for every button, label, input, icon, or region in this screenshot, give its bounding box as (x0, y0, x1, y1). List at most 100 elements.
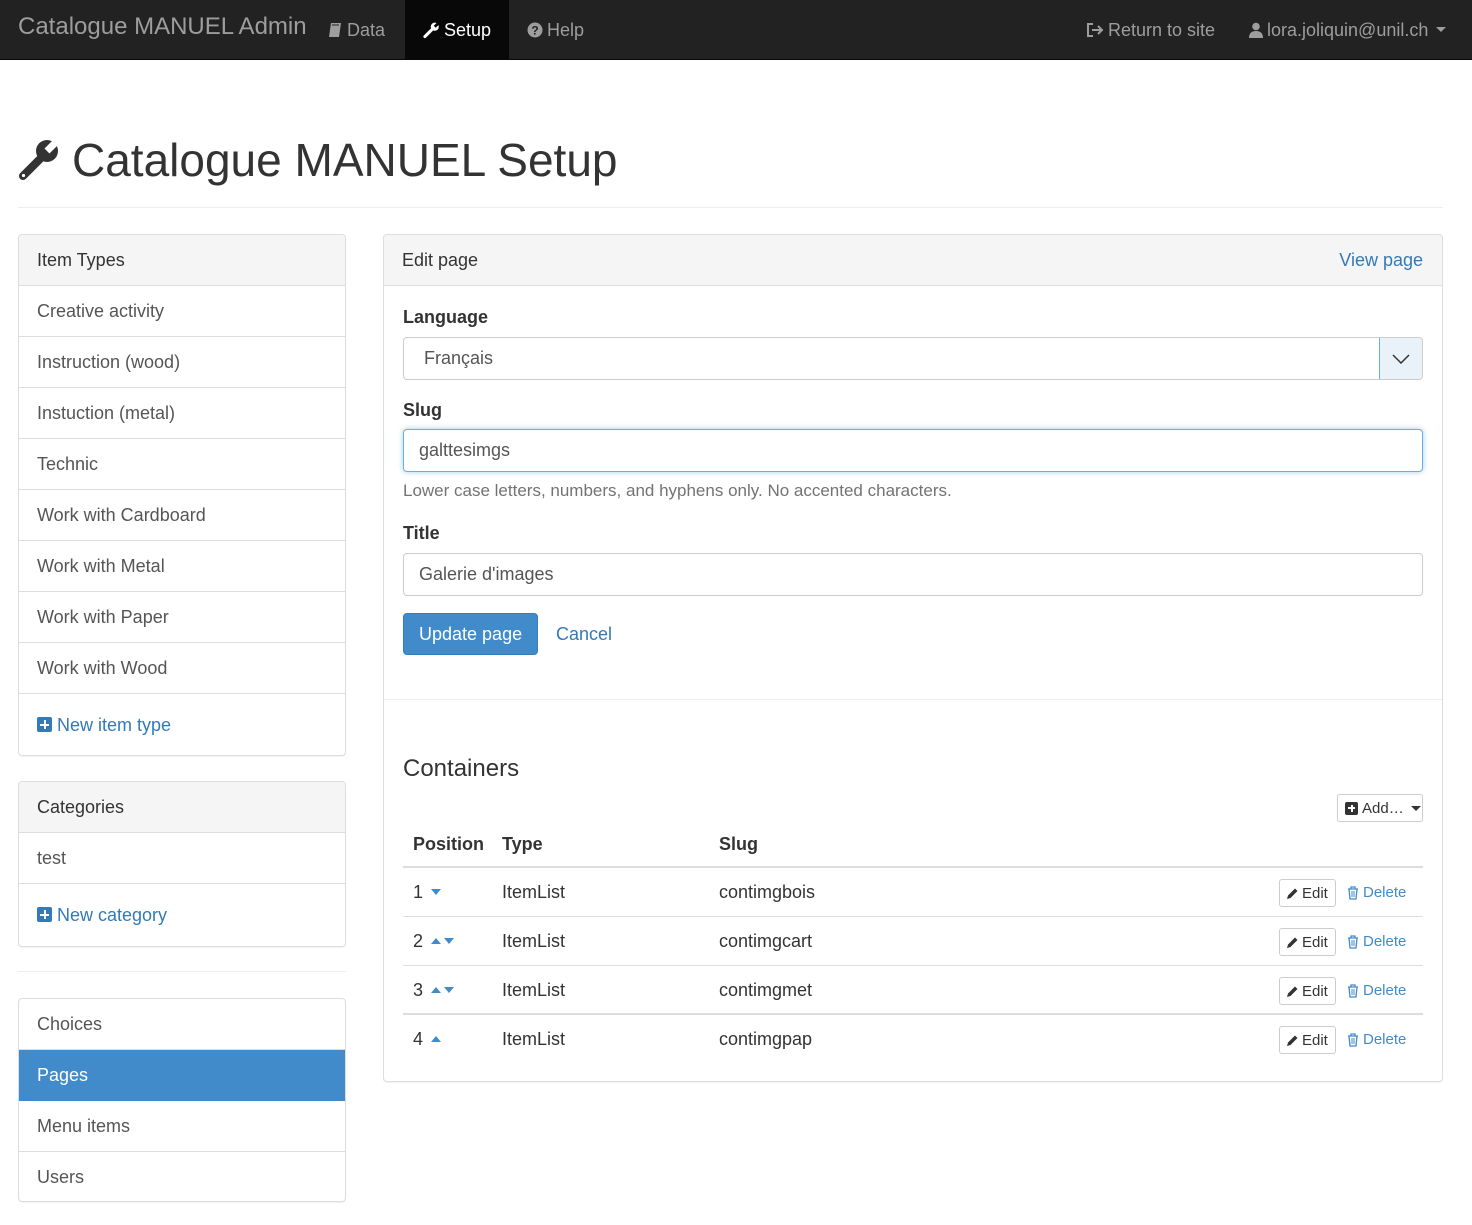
pencil-icon (1287, 937, 1298, 948)
table-header: Position Type Slug (403, 825, 1423, 868)
move-down-icon[interactable] (444, 987, 455, 993)
page-title: Catalogue MANUEL Setup (72, 134, 618, 186)
delete-label: Delete (1363, 884, 1407, 901)
title-label: Title (403, 523, 440, 543)
add-container-label: Add… (1362, 799, 1404, 817)
edit-container-button[interactable]: Edit (1279, 928, 1336, 956)
item-type-link[interactable]: Work with Cardboard (19, 490, 345, 541)
trash-icon (1348, 935, 1358, 949)
slug-help-text: Lower case letters, numbers, and hyphens… (403, 481, 952, 500)
sidebar-item-choices[interactable]: Choices (19, 999, 345, 1050)
setup-nav-panel: Choices Pages Menu items Users (18, 998, 346, 1202)
slug-label: Slug (403, 400, 442, 420)
update-page-button[interactable]: Update page (403, 613, 539, 655)
language-dropdown-button[interactable] (1379, 338, 1422, 379)
categories-panel: Categories test New category (18, 781, 346, 947)
item-type-link[interactable]: Instruction (wood) (19, 337, 345, 388)
nav-setup-label: Setup (443, 19, 491, 40)
containers-title: Containers (403, 755, 520, 782)
caret-down-icon (1436, 27, 1447, 32)
new-item-type-label: New item type (57, 715, 172, 735)
nav-setup[interactable]: Setup (405, 0, 509, 59)
language-label: Language (403, 307, 489, 327)
move-up-icon[interactable] (431, 1036, 442, 1042)
edit-label: Edit (1302, 1031, 1328, 1049)
delete-container-link[interactable]: Delete (1347, 928, 1406, 956)
table-row: 4 ItemList contimgpap Edit Delete (403, 1015, 1423, 1064)
edit-label: Edit (1302, 982, 1328, 1000)
position-value: 4 (413, 1029, 424, 1049)
item-type-link[interactable]: Instuction (metal) (19, 388, 345, 439)
item-type-link[interactable]: Creative activity (19, 286, 345, 337)
containers-table: Position Type Slug 1 ItemList contimgboi… (403, 825, 1423, 1064)
slug-input[interactable]: galttesimgs (403, 429, 1423, 472)
column-header-slug: Slug (719, 834, 758, 854)
wrench-icon (19, 137, 60, 180)
cancel-link[interactable]: Cancel (556, 624, 612, 645)
nav-return-to-site[interactable]: Return to site (1068, 0, 1233, 59)
sidebar-item-users[interactable]: Users (19, 1152, 345, 1201)
edit-label: Edit (1302, 933, 1328, 951)
table-row: 1 ItemList contimgbois Edit Delete (403, 868, 1423, 917)
brand-link[interactable]: Catalogue MANUEL Admin (18, 13, 307, 41)
user-icon (1249, 22, 1263, 38)
slug-cell: contimgmet (719, 980, 813, 1000)
delete-container-link[interactable]: Delete (1347, 1026, 1406, 1054)
edit-container-button[interactable]: Edit (1279, 977, 1336, 1005)
chevron-down-icon (1392, 353, 1410, 364)
add-container-button[interactable]: Add… (1337, 794, 1423, 822)
move-down-icon[interactable] (431, 889, 442, 895)
position-cell: 2 (413, 917, 455, 965)
plus-square-icon (37, 907, 52, 922)
delete-container-link[interactable]: Delete (1347, 879, 1406, 907)
item-type-link[interactable]: Work with Metal (19, 541, 345, 592)
plus-square-icon (1345, 801, 1358, 815)
type-cell: ItemList (502, 1029, 566, 1049)
item-type-link[interactable]: Work with Wood (19, 643, 345, 694)
position-value: 2 (413, 931, 424, 951)
edit-container-button[interactable]: Edit (1279, 879, 1336, 907)
item-types-heading: Item Types (19, 235, 345, 286)
item-type-link[interactable]: Work with Paper (19, 592, 345, 643)
title-value: Galerie d'images (419, 564, 554, 584)
table-row: 2 ItemList contimgcart Edit Delete (403, 917, 1423, 966)
nav-data[interactable]: Data (309, 0, 403, 59)
move-up-icon[interactable] (431, 938, 442, 944)
slug-value: galttesimgs (419, 440, 511, 460)
move-down-icon[interactable] (444, 938, 455, 944)
edit-page-heading: Edit page View page (384, 235, 1442, 286)
category-link[interactable]: test (19, 833, 345, 884)
view-page-link[interactable]: View page (1339, 235, 1423, 285)
return-to-site-label: Return to site (1108, 19, 1216, 40)
trash-icon (1348, 886, 1358, 900)
question-circle-icon: ? (527, 22, 543, 37)
delete-container-link[interactable]: Delete (1347, 977, 1406, 1005)
new-item-type-link[interactable]: New item type (19, 694, 345, 756)
title-input[interactable]: Galerie d'images (403, 553, 1423, 596)
position-cell: 4 (413, 1015, 442, 1063)
edit-label: Edit (1302, 884, 1328, 902)
language-select[interactable]: Français (403, 337, 1423, 380)
delete-label: Delete (1363, 1031, 1407, 1048)
new-category-label: New category (57, 905, 168, 925)
slug-cell: contimgpap (719, 1029, 813, 1049)
language-value: Français (424, 348, 494, 368)
sidebar-item-menu-items[interactable]: Menu items (19, 1101, 345, 1152)
sidebar-item-pages[interactable]: Pages (19, 1050, 345, 1101)
user-menu-dropdown[interactable]: lora.joliquin@unil.ch (1231, 0, 1464, 59)
delete-label: Delete (1363, 933, 1407, 950)
type-cell: ItemList (502, 931, 566, 951)
new-category-link[interactable]: New category (19, 884, 345, 946)
move-up-icon[interactable] (431, 987, 442, 993)
user-email: lora.joliquin@unil.ch (1267, 19, 1429, 40)
type-cell: ItemList (502, 980, 566, 1000)
section-divider (384, 699, 1442, 700)
edit-page-panel: Edit page View page Language Français Sl… (383, 234, 1443, 1082)
item-types-panel: Item Types Creative activity Instruction… (18, 234, 346, 756)
nav-help[interactable]: ? Help (509, 0, 602, 59)
edit-container-button[interactable]: Edit (1279, 1026, 1336, 1054)
book-icon (329, 22, 341, 37)
item-type-link[interactable]: Technic (19, 439, 345, 490)
page-header: Catalogue MANUEL Setup (18, 130, 1443, 208)
column-header-type: Type (502, 834, 543, 854)
